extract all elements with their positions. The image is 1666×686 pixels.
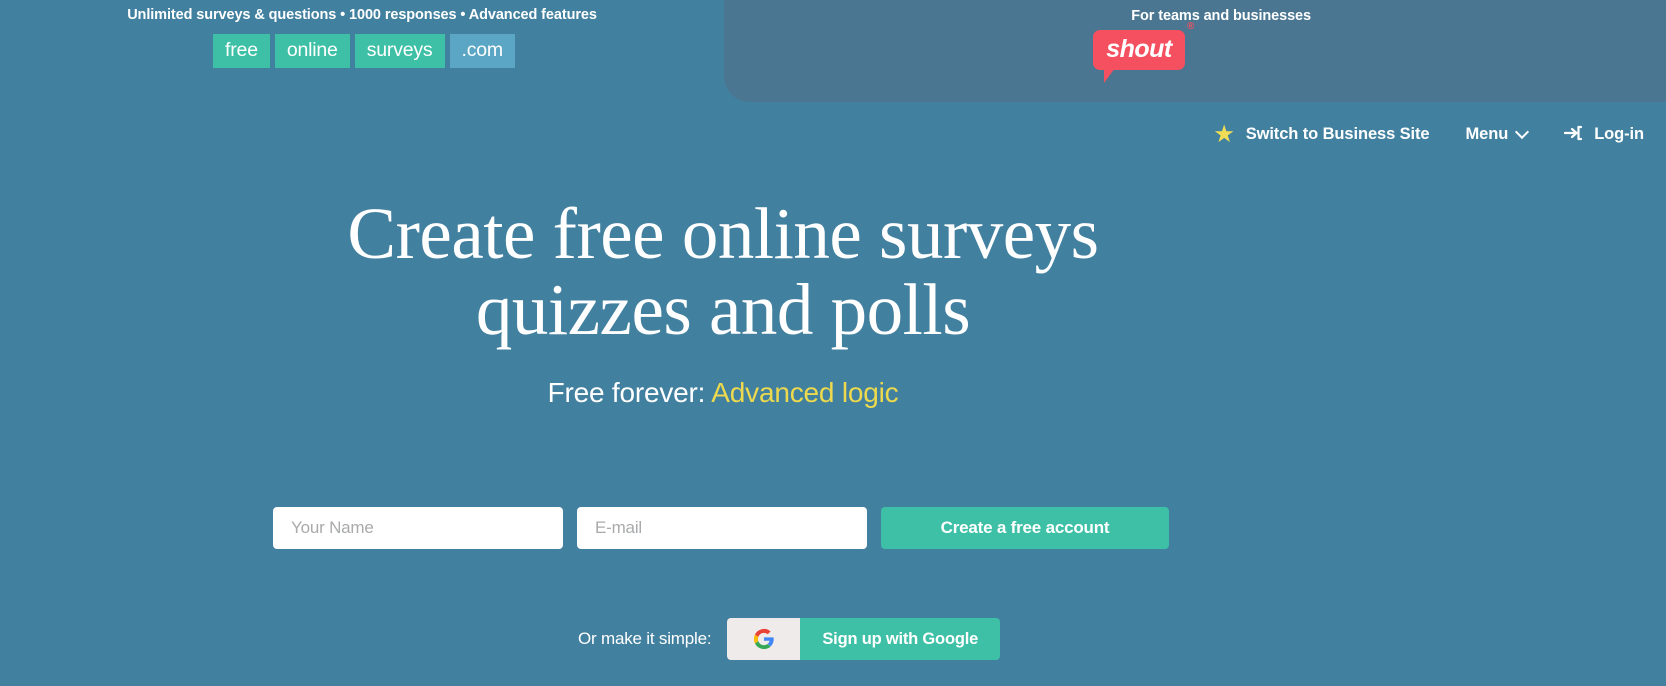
- top-navigation: ★ Switch to Business Site Menu Log-in: [1214, 123, 1644, 146]
- domain-tag-group: free online surveys .com: [0, 34, 724, 69]
- domain-tag-com: .com: [449, 34, 515, 69]
- speech-bubble-icon: shout: [1093, 30, 1185, 70]
- create-account-button[interactable]: Create a free account: [881, 507, 1169, 549]
- email-input[interactable]: [577, 507, 867, 549]
- name-input[interactable]: [273, 507, 563, 549]
- google-g-icon: [727, 618, 801, 660]
- google-signup-prompt: Or make it simple:: [578, 629, 712, 648]
- google-signup-label: Sign up with Google: [800, 618, 1001, 660]
- hero-subtitle-accent[interactable]: Advanced logic: [711, 377, 898, 408]
- shout-logo[interactable]: shout ®: [1093, 21, 1199, 86]
- login-arrow-icon: [1564, 125, 1583, 145]
- hero-subtitle: Free forever: Advanced logic: [0, 377, 1446, 409]
- signup-form: Create a free account: [273, 507, 1169, 549]
- promo-tagline: Unlimited surveys & questions • 1000 res…: [127, 7, 597, 23]
- google-signup-button[interactable]: Sign up with Google: [727, 618, 1001, 660]
- hero-section: Create free online surveys quizzes and p…: [0, 196, 1446, 409]
- hero-subtitle-prefix: Free forever:: [547, 376, 712, 408]
- domain-tag-online: online: [274, 34, 350, 69]
- headline-line-1: Create free online surveys: [347, 193, 1099, 274]
- menu-label: Menu: [1465, 124, 1509, 143]
- login-link[interactable]: Log-in: [1564, 124, 1644, 144]
- page-title: Create free online surveys quizzes and p…: [0, 196, 1446, 348]
- star-icon: ★: [1214, 123, 1234, 146]
- login-label: Log-in: [1594, 124, 1644, 143]
- registered-mark: ®: [1187, 21, 1195, 32]
- switch-to-business-site-label: Switch to Business Site: [1245, 124, 1430, 143]
- promo-strip: Unlimited surveys & questions • 1000 res…: [0, 0, 724, 69]
- business-banner-caption: For teams and businesses: [1131, 8, 1311, 24]
- google-signup-row: Or make it simple: Sign up with Google: [578, 618, 1001, 660]
- domain-tag-free: free: [213, 34, 270, 69]
- domain-tag-surveys: surveys: [354, 34, 445, 69]
- speech-bubble-tail-icon: [1104, 68, 1115, 83]
- landing-page: Unlimited surveys & questions • 1000 res…: [0, 0, 1666, 686]
- chevron-down-icon: [1517, 127, 1528, 138]
- menu-dropdown[interactable]: Menu: [1466, 125, 1529, 144]
- headline-line-2: quizzes and polls: [475, 268, 971, 350]
- switch-to-business-site-link[interactable]: ★ Switch to Business Site: [1214, 123, 1430, 146]
- shout-logo-text: shout: [1106, 34, 1172, 63]
- business-banner[interactable]: For teams and businesses shout ®: [724, 0, 1666, 102]
